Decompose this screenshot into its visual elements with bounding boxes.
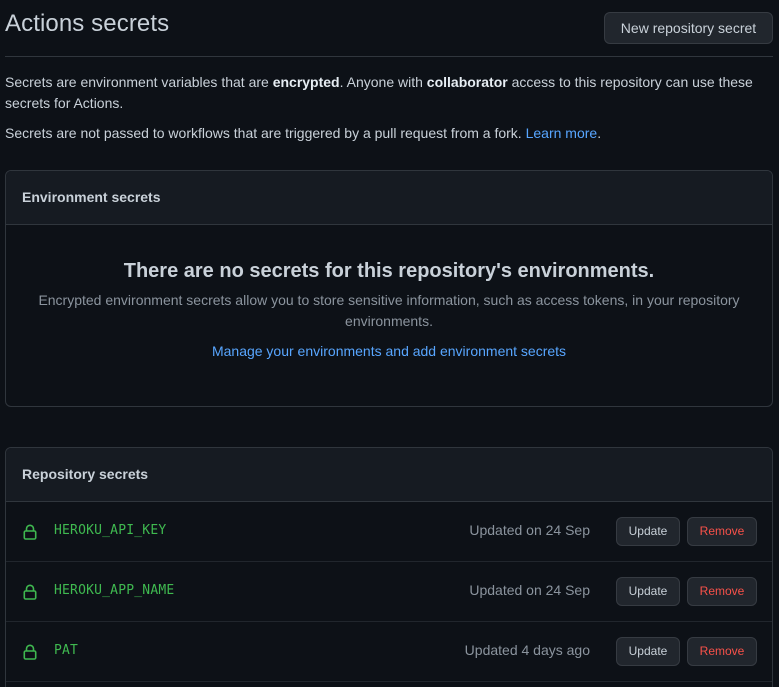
secret-updated-time: Updated on 24 Sep: [469, 522, 590, 538]
environment-empty-state: There are no secrets for this repository…: [6, 225, 772, 361]
environment-secrets-box: Environment secrets There are no secrets…: [5, 170, 773, 407]
empty-state-text: Encrypted environment secrets allow you …: [38, 292, 740, 329]
new-repository-secret-button[interactable]: New repository secret: [604, 12, 773, 44]
update-secret-button[interactable]: Update: [616, 577, 680, 606]
secret-row: HEROKU_API_KEY Updated on 24 Sep Update …: [6, 502, 772, 562]
fork-notice: Secrets are not passed to workflows that…: [5, 125, 602, 141]
learn-more-link[interactable]: Learn more: [526, 125, 598, 141]
secret-updated-time: Updated on 24 Sep: [469, 582, 590, 598]
page-header: Actions secrets New repository secret: [5, 0, 773, 57]
remove-secret-button[interactable]: Remove: [687, 637, 757, 666]
repository-secrets-header: Repository secrets: [6, 448, 772, 502]
page-title: Actions secrets: [5, 10, 170, 37]
secret-row: HEROKU_APP_NAME Updated on 24 Sep Update…: [6, 562, 772, 622]
environment-secrets-header: Environment secrets: [6, 171, 772, 225]
lock-icon: [23, 524, 37, 540]
secrets-description: Secrets are environment variables that a…: [5, 74, 753, 111]
empty-state-title: There are no secrets for this repository…: [123, 260, 655, 282]
repository-secrets-box: Repository secrets HEROKU_API_KEY Update…: [5, 447, 773, 687]
update-secret-button[interactable]: Update: [616, 637, 680, 666]
actions-secrets-page: Actions secrets New repository secret Se…: [0, 0, 779, 687]
remove-secret-button[interactable]: Remove: [687, 577, 757, 606]
lock-icon: [23, 584, 37, 600]
encrypted-emphasis: encrypted: [272, 74, 340, 90]
manage-environments-link[interactable]: Manage your environments and add environ…: [212, 343, 566, 359]
secret-name: HEROKU_APP_NAME: [54, 583, 175, 598]
secret-row: PAT Updated 4 days ago Update Remove: [6, 622, 772, 682]
secret-name: PAT: [54, 643, 79, 658]
update-secret-button[interactable]: Update: [616, 517, 680, 546]
secret-updated-time: Updated 4 days ago: [464, 642, 590, 658]
lock-icon: [23, 644, 37, 660]
remove-secret-button[interactable]: Remove: [687, 517, 757, 546]
collaborator-emphasis: collaborator: [426, 74, 508, 90]
secret-name: HEROKU_API_KEY: [54, 523, 167, 538]
